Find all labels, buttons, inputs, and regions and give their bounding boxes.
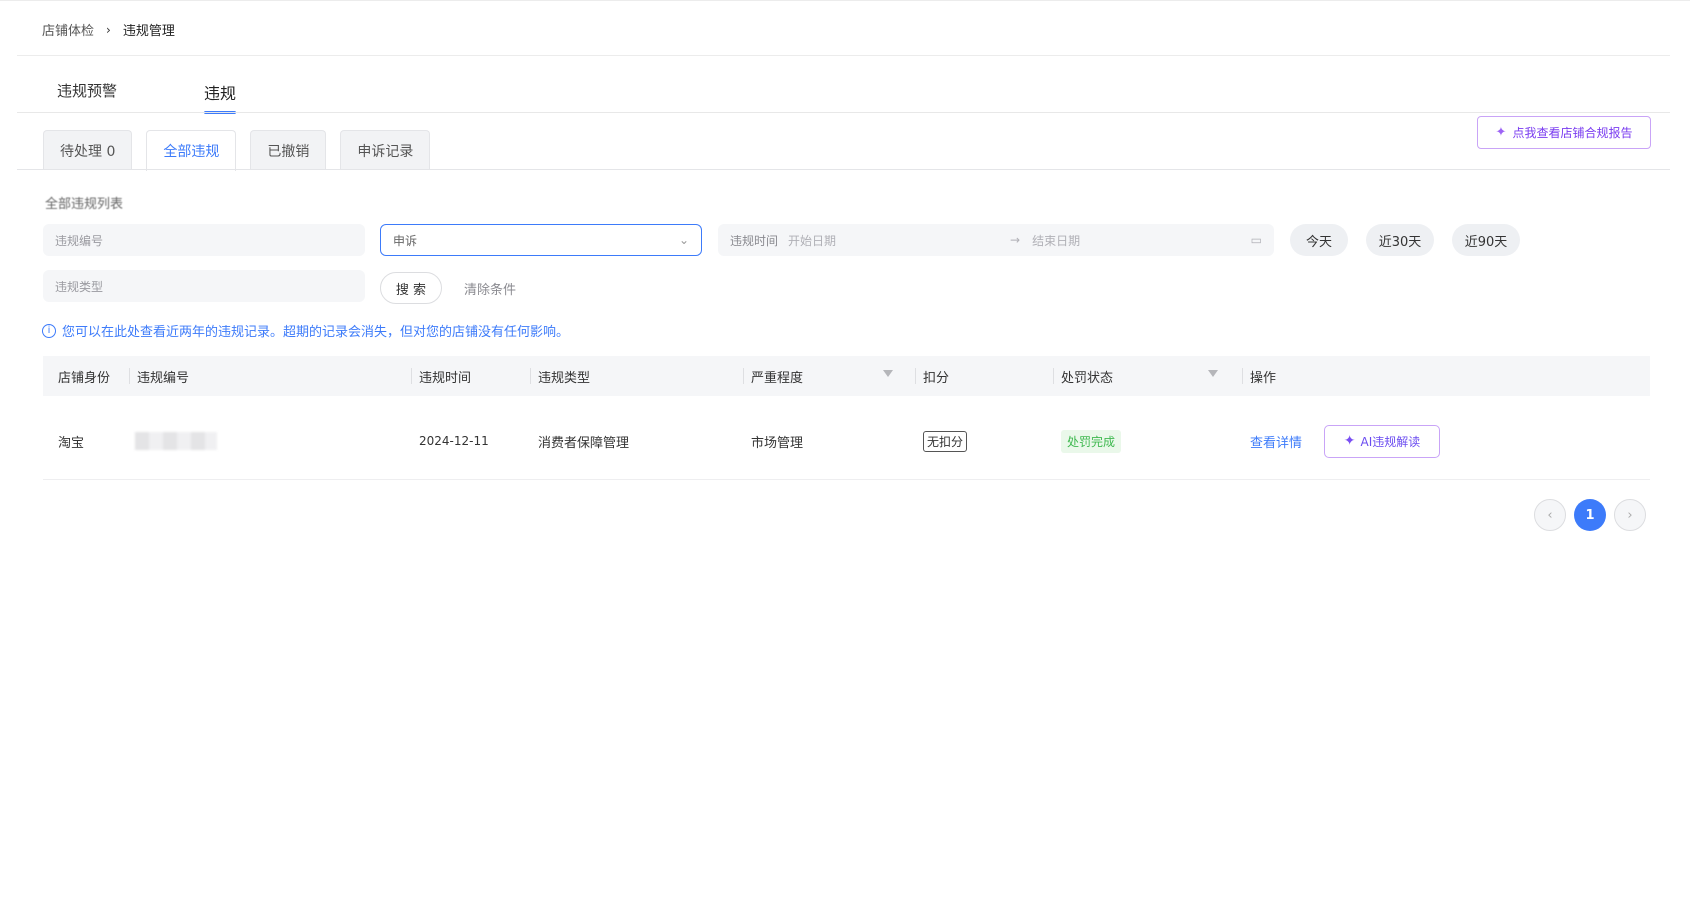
pagination: ‹ 1 › (1534, 499, 1646, 531)
top-divider (0, 0, 1690, 1)
masked-id (135, 432, 217, 450)
breadcrumb-parent[interactable]: 店铺体检 (42, 20, 94, 39)
date-range-picker[interactable]: 违规时间 开始日期 → 结束日期 ▭ (718, 224, 1274, 256)
clear-filters-button[interactable]: 清除条件 (464, 279, 516, 298)
cell-severity: 市场管理 (751, 435, 804, 451)
cell-time: 2024-12-11 (419, 434, 489, 448)
cell-actions: 查看详情 ✦ AI违规解读 (1250, 402, 1441, 480)
tab-pending[interactable]: 待处理 0 (43, 130, 133, 170)
arrow-right-icon: → (1010, 233, 1021, 247)
ai-interpret-button[interactable]: ✦ AI违规解读 (1324, 424, 1441, 458)
prev-page-button[interactable]: ‹ (1534, 499, 1566, 531)
view-detail-link[interactable]: 查看详情 (1250, 432, 1302, 451)
severity-filter-icon[interactable] (883, 370, 893, 377)
info-icon: i (42, 323, 56, 338)
header-deduction-label: 扣分 (923, 370, 950, 386)
header-type-label: 违规类型 (538, 370, 591, 386)
column-divider (129, 368, 130, 384)
column-divider (530, 368, 531, 384)
start-date-input[interactable]: 开始日期 (788, 232, 1010, 249)
cell-identity: 淘宝 (58, 435, 85, 451)
cell-type: 消费者保障管理 (538, 435, 630, 451)
main-tabs: 违规预警 违规 (57, 80, 237, 114)
quick-today-button[interactable]: 今天 (1290, 224, 1348, 256)
cell-status: 处罚完成 (1061, 402, 1122, 480)
header-violation-id-label: 违规编号 (137, 370, 190, 386)
main-tabs-divider (17, 112, 1670, 113)
header-time-label: 违规时间 (419, 370, 472, 386)
tab-revoked[interactable]: 已撤销 (250, 130, 327, 170)
status-badge: 处罚完成 (1061, 429, 1122, 453)
date-range-label: 违规时间 (730, 233, 779, 248)
header-divider (17, 55, 1670, 56)
quick-90-days-button[interactable]: 近90天 (1452, 224, 1520, 256)
ai-interpret-label: AI违规解读 (1360, 434, 1421, 449)
header-time: 违规时间 (411, 356, 472, 396)
sub-tabs: 待处理 0 全部违规 已撤销 申诉记录 (43, 130, 431, 171)
notice-text: 您可以在此处查看近两年的违规记录。超期的记录会消失，但对您的店铺没有任何影响。 (62, 325, 570, 340)
header-status: 处罚状态 (1053, 356, 1114, 396)
tab-violation[interactable]: 违规 (204, 80, 237, 114)
violation-id-input[interactable]: 违规编号 (43, 224, 365, 256)
column-divider (743, 368, 744, 384)
compliance-report-label: 点我查看店铺合规报告 (1512, 126, 1633, 140)
status-filter-icon[interactable] (1208, 370, 1218, 377)
breadcrumb: 店铺体检 › 违规管理 (42, 20, 175, 40)
deduction-badge: 无扣分 (923, 430, 968, 452)
header-violation-id: 违规编号 (129, 356, 190, 396)
header-actions-label: 操作 (1250, 370, 1277, 386)
calendar-icon: ▭ (1250, 233, 1262, 247)
appeal-select[interactable]: 申诉 ⌄ (380, 224, 702, 256)
quick-30-days-button[interactable]: 近30天 (1366, 224, 1434, 256)
sparkle-icon: ✦ (1343, 433, 1356, 449)
tab-violation-warning[interactable]: 违规预警 (57, 80, 204, 114)
breadcrumb-current: 违规管理 (122, 24, 175, 39)
section-title: 全部违规列表 (45, 197, 124, 212)
next-page-button[interactable]: › (1614, 499, 1646, 531)
sub-tabs-divider (17, 169, 1670, 170)
chevron-down-icon: ⌄ (678, 233, 689, 247)
search-button[interactable]: 搜 索 (380, 272, 442, 304)
sparkle-icon: ✦ (1495, 125, 1507, 140)
tab-all-violations[interactable]: 全部违规 (146, 130, 237, 171)
header-actions: 操作 (1242, 356, 1277, 396)
end-date-input[interactable]: 结束日期 (1032, 232, 1251, 249)
cell-deduction: 无扣分 (923, 402, 968, 480)
table-row: 淘宝 2024-12-11 消费者保障管理 市场管理 无扣分 处罚完成 查看详情… (43, 402, 1650, 480)
compliance-report-button[interactable]: ✦ 点我查看店铺合规报告 (1477, 116, 1651, 149)
notice-banner: i 您可以在此处查看近两年的违规记录。超期的记录会消失，但对您的店铺没有任何影响… (42, 321, 569, 340)
page-1-button[interactable]: 1 (1574, 499, 1606, 531)
header-identity: 店铺身份 (58, 370, 111, 386)
table-header: 店铺身份 违规编号 违规时间 违规类型 严重程度 扣分 处罚状态 操作 (43, 356, 1650, 396)
column-divider (1242, 368, 1243, 384)
page: 店铺体检 › 违规管理 违规预警 违规 ✦ 点我查看店铺合规报告 待处理 0 全… (0, 0, 1690, 913)
violation-type-input[interactable]: 违规类型 (43, 270, 365, 302)
header-type: 违规类型 (530, 356, 591, 396)
header-deduction: 扣分 (915, 356, 950, 396)
cell-violation-id (135, 402, 217, 480)
header-severity: 严重程度 (743, 356, 804, 396)
breadcrumb-separator-icon: › (106, 22, 111, 37)
header-status-label: 处罚状态 (1061, 370, 1114, 386)
column-divider (915, 368, 916, 384)
appeal-select-value: 申诉 (393, 233, 418, 248)
column-divider (1053, 368, 1054, 384)
column-divider (411, 368, 412, 384)
header-severity-label: 严重程度 (751, 370, 804, 386)
tab-appeal-records[interactable]: 申诉记录 (340, 130, 431, 170)
